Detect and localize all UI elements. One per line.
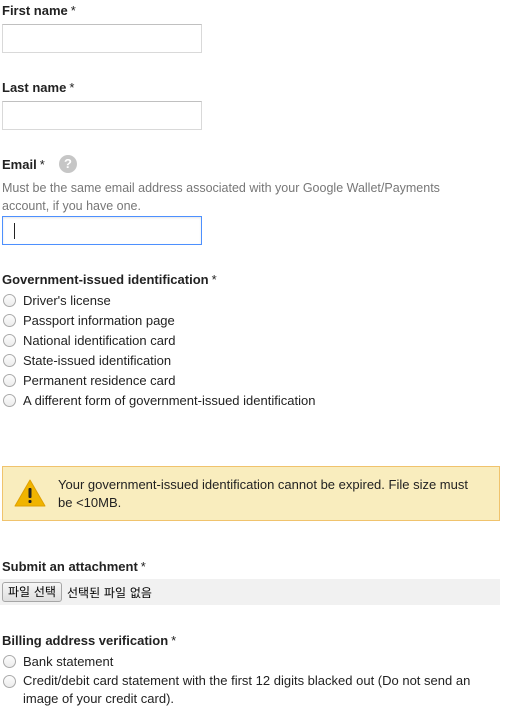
radio-button[interactable] [3,373,16,387]
radio-option-label: Passport information page [23,312,175,328]
last-name-label: Last name * [2,80,74,95]
attachment-label-text: Submit an attachment [2,559,138,574]
email-label: Email * [2,157,45,172]
radio-option-permanent-residence[interactable]: Permanent residence card [3,370,315,390]
file-input: 파일 선택 선택된 파일 없음 [0,579,500,605]
email-label-text: Email [2,157,37,172]
notice-text: Your government-issued identification ca… [58,477,468,510]
radio-option-passport[interactable]: Passport information page [3,310,315,330]
radio-option-label: Bank statement [23,653,114,669]
government-id-options: Driver's license Passport information pa… [3,290,315,410]
radio-button[interactable] [3,675,16,688]
last-name-label-text: Last name [2,80,67,95]
email-input[interactable] [2,216,202,245]
first-name-input[interactable] [2,24,202,53]
attachment-required-mark: * [140,559,146,574]
billing-required-mark: * [171,633,177,648]
radio-button[interactable] [3,293,16,307]
radio-button[interactable] [3,313,16,327]
text-caret [14,223,15,239]
radio-option-label: Credit/debit card statement with the fir… [23,673,471,706]
radio-button[interactable] [3,353,16,367]
billing-label-text: Billing address verification [2,633,169,648]
first-name-required-mark: * [70,3,76,18]
first-name-label: First name * [2,3,76,18]
radio-option-state-id[interactable]: State-issued identification [3,350,315,370]
radio-option-drivers-license[interactable]: Driver's license [3,290,315,310]
last-name-input[interactable] [2,101,202,130]
radio-option-bank-statement[interactable]: Bank statement [3,651,498,671]
government-id-label-text: Government-issued identification [2,272,209,287]
warning-icon [14,479,46,507]
radio-button[interactable] [3,654,16,668]
first-name-label-text: First name [2,3,68,18]
choose-file-button[interactable]: 파일 선택 [2,582,62,602]
billing-label: Billing address verification * [2,633,176,648]
government-id-label: Government-issued identification * [2,272,217,287]
email-required-mark: * [39,157,45,172]
radio-option-card-statement[interactable]: Credit/debit card statement with the fir… [3,672,498,708]
radio-option-label: A different form of government-issued id… [23,392,316,408]
radio-option-label: State-issued identification [23,352,172,368]
attachment-label: Submit an attachment * [2,559,146,574]
radio-option-label: Permanent residence card [23,372,176,388]
radio-option-label: National identification card [23,332,176,348]
billing-options: Bank statement Credit/debit card stateme… [3,651,498,708]
radio-option-national-id[interactable]: National identification card [3,330,315,350]
file-status-text: 선택된 파일 없음 [66,585,152,600]
radio-option-label: Driver's license [23,292,111,308]
radio-button[interactable] [3,393,16,407]
email-hint: Must be the same email address associate… [2,181,440,213]
last-name-required-mark: * [69,80,75,95]
government-id-required-mark: * [211,272,217,287]
radio-option-other-id[interactable]: A different form of government-issued id… [3,390,315,410]
notice-box: Your government-issued identification ca… [2,466,500,521]
radio-button[interactable] [3,333,16,347]
help-icon[interactable]: ? [59,155,77,173]
